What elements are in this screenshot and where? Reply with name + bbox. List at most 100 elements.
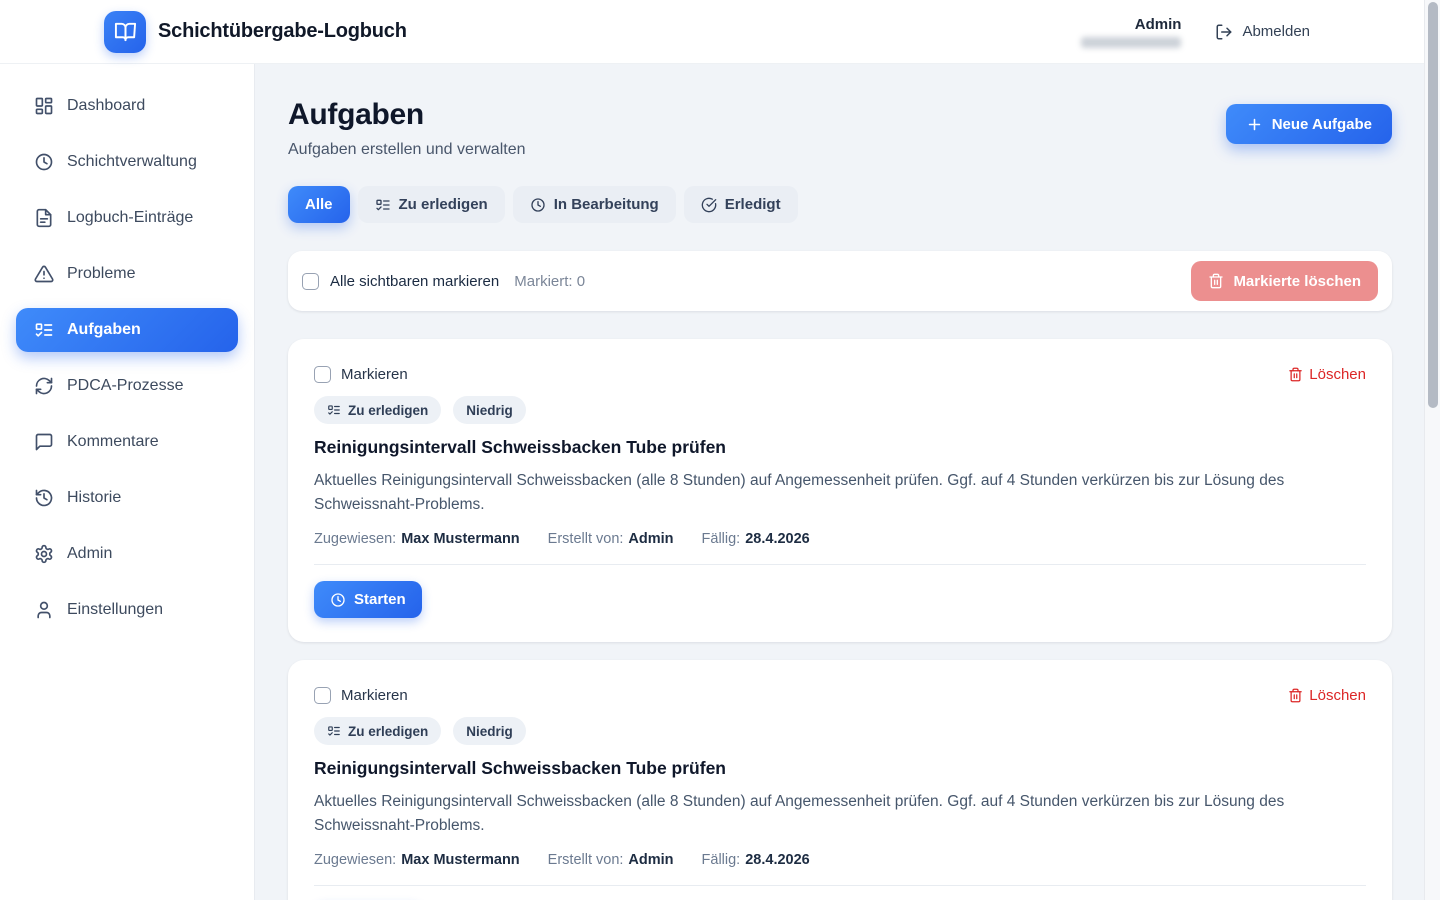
- priority-badge: Niedrig: [453, 717, 526, 745]
- log-out-icon: [1215, 23, 1233, 41]
- delete-task-button[interactable]: Löschen: [1288, 366, 1366, 383]
- task-description: Aktuelles Reinigungsintervall Schweissba…: [314, 790, 1344, 838]
- task-card: Markieren Löschen: [288, 339, 1392, 642]
- mark-checkbox[interactable]: [314, 687, 331, 704]
- clock-icon: [34, 152, 54, 172]
- user-info: Admin: [1081, 16, 1181, 48]
- priority-badge: Niedrig: [453, 396, 526, 424]
- sidebar-item-label: Schichtverwaltung: [67, 153, 197, 171]
- sidebar-item-kommentare[interactable]: Kommentare: [16, 420, 238, 464]
- history-icon: [34, 488, 54, 508]
- new-task-button[interactable]: Neue Aufgabe: [1226, 104, 1392, 144]
- mark-label[interactable]: Markieren: [341, 366, 408, 383]
- status-badge-label: Zu erledigen: [348, 724, 428, 739]
- sidebar: Dashboard Schichtverwaltung Logbuch-Eint…: [0, 64, 255, 900]
- scrollbar-track[interactable]: [1424, 0, 1440, 900]
- filter-in-progress-label: In Bearbeitung: [554, 196, 659, 213]
- sidebar-item-dashboard[interactable]: Dashboard: [16, 84, 238, 128]
- task-description: Aktuelles Reinigungsintervall Schweissba…: [314, 469, 1344, 517]
- priority-badge-label: Niedrig: [466, 724, 513, 739]
- sidebar-item-label: Logbuch-Einträge: [67, 209, 193, 227]
- delete-marked-label: Markierte löschen: [1233, 273, 1361, 290]
- sidebar-item-admin[interactable]: Admin: [16, 532, 238, 576]
- sidebar-item-label: Aufgaben: [67, 321, 141, 339]
- created-by-label: Erstellt von:: [548, 531, 624, 547]
- user-icon: [34, 600, 54, 620]
- due-label: Fällig:: [702, 852, 741, 868]
- sidebar-item-label: Dashboard: [67, 97, 145, 115]
- filter-all-label: Alle: [305, 196, 333, 213]
- trash-icon: [1208, 273, 1224, 289]
- plus-icon: [1246, 116, 1263, 133]
- refresh-icon: [34, 376, 54, 396]
- sidebar-item-pdca-prozesse[interactable]: PDCA-Prozesse: [16, 364, 238, 408]
- sidebar-item-einstellungen[interactable]: Einstellungen: [16, 588, 238, 632]
- list-todo-icon: [327, 724, 341, 738]
- app-logo: [104, 11, 146, 53]
- divider: [314, 564, 1366, 565]
- select-all-checkbox[interactable]: [302, 273, 319, 290]
- delete-marked-button[interactable]: Markierte löschen: [1191, 261, 1378, 301]
- select-all-label[interactable]: Alle sichtbaren markieren: [330, 273, 499, 290]
- message-icon: [34, 432, 54, 452]
- page-subtitle: Aufgaben erstellen und verwalten: [288, 141, 526, 159]
- start-task-button[interactable]: Starten: [314, 581, 422, 618]
- scrollbar-thumb[interactable]: [1428, 2, 1438, 408]
- page-title: Aufgaben: [288, 98, 526, 132]
- delete-task-button[interactable]: Löschen: [1288, 687, 1366, 704]
- task-title: Reinigungsintervall Schweissbacken Tube …: [314, 758, 1366, 779]
- app-header: Schichtübergabe-Logbuch Admin Abmelden: [0, 0, 1440, 64]
- book-open-icon: [114, 20, 137, 43]
- list-todo-icon: [34, 320, 54, 340]
- list-todo-icon: [327, 403, 341, 417]
- filter-all[interactable]: Alle: [288, 186, 350, 223]
- start-task-label: Starten: [354, 591, 406, 608]
- status-badge: Zu erledigen: [314, 717, 441, 745]
- new-task-label: Neue Aufgabe: [1272, 116, 1372, 133]
- status-badge: Zu erledigen: [314, 396, 441, 424]
- created-by-value: Admin: [628, 531, 673, 547]
- app-title: Schichtübergabe-Logbuch: [158, 20, 407, 43]
- user-name: Admin: [1135, 16, 1182, 34]
- logout-label: Abmelden: [1242, 23, 1310, 40]
- priority-badge-label: Niedrig: [466, 403, 513, 418]
- status-badge-label: Zu erledigen: [348, 403, 428, 418]
- main-content: Aufgaben Aufgaben erstellen und verwalte…: [255, 64, 1424, 900]
- marked-count: Markiert: 0: [514, 273, 585, 290]
- created-by-label: Erstellt von:: [548, 852, 624, 868]
- sidebar-item-label: Probleme: [67, 265, 135, 283]
- trash-icon: [1288, 367, 1303, 382]
- file-text-icon: [34, 208, 54, 228]
- logout-button[interactable]: Abmelden: [1215, 23, 1310, 41]
- assigned-label: Zugewiesen:: [314, 531, 396, 547]
- sidebar-item-label: PDCA-Prozesse: [67, 377, 183, 395]
- task-card: Markieren Löschen: [288, 660, 1392, 900]
- filter-row: Alle Zu erledigen In Bearbeitung: [288, 186, 1392, 223]
- gear-icon: [34, 544, 54, 564]
- mark-label[interactable]: Markieren: [341, 687, 408, 704]
- mark-checkbox[interactable]: [314, 366, 331, 383]
- filter-todo[interactable]: Zu erledigen: [358, 186, 505, 223]
- filter-done-label: Erledigt: [725, 196, 781, 213]
- filter-done[interactable]: Erledigt: [684, 186, 798, 223]
- clock-icon: [530, 197, 546, 213]
- sidebar-item-schichtverwaltung[interactable]: Schichtverwaltung: [16, 140, 238, 184]
- task-title: Reinigungsintervall Schweissbacken Tube …: [314, 437, 1366, 458]
- due-label: Fällig:: [702, 531, 741, 547]
- due-value: 28.4.2026: [745, 531, 810, 547]
- divider: [314, 885, 1366, 886]
- sidebar-item-label: Einstellungen: [67, 601, 163, 619]
- filter-todo-label: Zu erledigen: [399, 196, 488, 213]
- clock-icon: [330, 592, 346, 608]
- sidebar-item-aufgaben[interactable]: Aufgaben: [16, 308, 238, 352]
- filter-in-progress[interactable]: In Bearbeitung: [513, 186, 676, 223]
- alert-triangle-icon: [34, 264, 54, 284]
- sidebar-item-label: Historie: [67, 489, 121, 507]
- list-todo-icon: [375, 197, 391, 213]
- trash-icon: [1288, 688, 1303, 703]
- sidebar-item-logbuch-eintraege[interactable]: Logbuch-Einträge: [16, 196, 238, 240]
- user-email-redacted: [1081, 37, 1181, 48]
- sidebar-item-probleme[interactable]: Probleme: [16, 252, 238, 296]
- sidebar-item-historie[interactable]: Historie: [16, 476, 238, 520]
- sidebar-item-label: Admin: [67, 545, 112, 563]
